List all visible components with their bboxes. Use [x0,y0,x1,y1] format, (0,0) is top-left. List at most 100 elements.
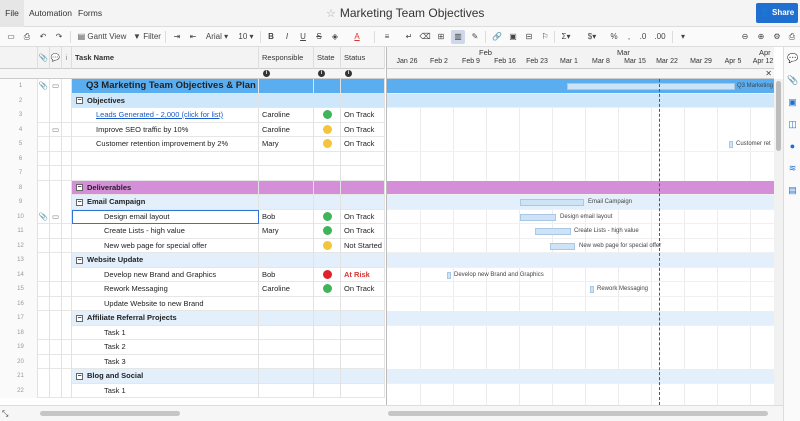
expand-icon[interactable]: ⤡ [2,409,8,419]
table-row[interactable]: 17 − Affiliate Referral Projects [0,311,385,326]
collapse-toggle-icon[interactable]: − [76,198,83,206]
state-cell[interactable] [314,311,341,326]
state-cell[interactable] [314,238,341,253]
table-row[interactable]: 7 [0,166,385,181]
task-name-cell[interactable] [72,166,259,181]
status-cell[interactable]: On Track [341,108,385,123]
state-cell[interactable] [314,122,341,137]
format-painter-icon[interactable]: ⊞ [434,30,448,44]
responsible-cell[interactable]: Mary [259,224,314,239]
responsible-cell[interactable] [259,195,314,210]
responsible-cell[interactable] [259,166,314,181]
italic-button[interactable]: I [280,30,294,44]
grid-scrollbar-thumb[interactable] [40,411,180,416]
collapse-toggle-icon[interactable]: − [76,314,83,322]
gantt-toggle-icon[interactable]: ▥ [451,30,465,44]
task-name-cell[interactable]: Q3 Marketing Team Objectives & Plan [72,79,259,94]
eraser-icon[interactable]: ⌫ [418,30,432,44]
state-cell[interactable] [314,137,341,152]
comma-button[interactable]: , [622,30,636,44]
table-row[interactable]: 22 Task 1 [0,383,385,398]
attachment-icon[interactable]: ⊟ [522,30,536,44]
attachment-cell[interactable] [38,354,50,369]
responsible-cell[interactable] [259,253,314,268]
state-cell[interactable] [314,354,341,369]
share-button[interactable]: 👤 Share [756,3,798,23]
state-cell[interactable] [314,340,341,355]
task-name-cell[interactable]: Customer retention improvement by 2% [72,137,259,152]
attachment-cell[interactable] [38,93,50,108]
status-cell[interactable]: On Track [341,122,385,137]
task-name-cell[interactable] [72,151,259,166]
responsible-cell[interactable]: Bob [259,209,314,224]
collapse-toggle-icon[interactable]: − [76,97,83,105]
comment-cell[interactable] [50,93,62,108]
redo-icon[interactable]: ↷ [52,30,66,44]
responsible-cell[interactable] [259,238,314,253]
highlight-icon[interactable]: ✎ [468,30,482,44]
indent-icon[interactable]: ⇥ [170,30,184,44]
task-name-cell[interactable]: Develop new Brand and Graphics [72,267,259,282]
state-cell[interactable] [314,108,341,123]
comment-cell[interactable] [50,166,62,181]
status-cell[interactable] [341,311,385,326]
state-cell[interactable] [314,369,341,384]
task-name-cell[interactable]: Rework Messaging [72,282,259,297]
attachment-icon[interactable]: 📎 [38,79,50,94]
column-header-state[interactable]: State [314,47,341,69]
attachment-cell[interactable] [38,166,50,181]
gantt-bar[interactable] [729,141,733,148]
menu-file[interactable]: File [0,0,24,27]
attachment-cell[interactable] [38,383,50,398]
state-cell[interactable] [314,195,341,210]
attachment-cell[interactable] [38,369,50,384]
responsible-cell[interactable]: Bob [259,267,314,282]
attachment-cell[interactable] [38,224,50,239]
responsible-cell[interactable] [259,383,314,398]
column-header-status[interactable]: Status [341,47,385,69]
gantt-bar[interactable] [567,83,735,90]
responsible-cell[interactable] [259,311,314,326]
gantt-bar[interactable] [590,286,594,293]
attachment-cell[interactable] [38,108,50,123]
column-header-task[interactable]: Task Name [72,47,259,69]
vertical-scrollbar-thumb[interactable] [776,81,781,151]
attachment-cell[interactable] [38,296,50,311]
attachment-cell[interactable] [38,180,50,195]
vertical-scrollbar[interactable] [774,79,783,405]
activity-icon[interactable]: ≋ [787,163,798,174]
attachment-cell[interactable] [38,195,50,210]
comment-cell[interactable] [50,340,62,355]
status-cell[interactable] [341,79,385,94]
text-color-button[interactable]: A [350,30,364,44]
update-requests-icon[interactable]: ◫ [787,119,798,130]
task-name-cell[interactable]: Create Lists - high value [72,224,259,239]
task-name-cell[interactable]: − Objectives [72,93,259,108]
comment-cell[interactable] [50,383,62,398]
sum-button[interactable]: Σ▾ [558,30,574,44]
table-row[interactable]: 14 Develop new Brand and Graphics Bob At… [0,267,385,282]
image-icon[interactable]: ▣ [506,30,520,44]
state-cell[interactable] [314,79,341,94]
currency-button[interactable]: $▾ [584,30,600,44]
task-name-cell[interactable]: Task 2 [72,340,259,355]
attachment-cell[interactable] [38,340,50,355]
responsible-cell[interactable]: Caroline [259,122,314,137]
bold-button[interactable]: B [264,30,278,44]
attachment-cell[interactable] [38,267,50,282]
font-selector[interactable]: Arial ▾ [204,30,230,44]
attachment-cell[interactable] [38,122,50,137]
table-row[interactable]: 8 − Deliverables [0,180,385,195]
responsible-cell[interactable] [259,79,314,94]
task-name-link[interactable]: Leads Generated - 2,000 (click for list) [72,108,259,123]
table-row[interactable]: 1 📎 ▭ Q3 Marketing Team Objectives & Pla… [0,79,385,94]
favorite-star-icon[interactable]: ☆ [326,8,336,20]
strikethrough-button[interactable]: S [312,30,326,44]
state-cell[interactable] [314,296,341,311]
comment-cell[interactable] [50,253,62,268]
attachment-cell[interactable] [38,238,50,253]
comment-cell[interactable] [50,354,62,369]
print-preview-icon[interactable]: ⎙ [785,30,799,44]
responsible-cell[interactable] [259,180,314,195]
proofs-icon[interactable]: ▣ [787,97,798,108]
